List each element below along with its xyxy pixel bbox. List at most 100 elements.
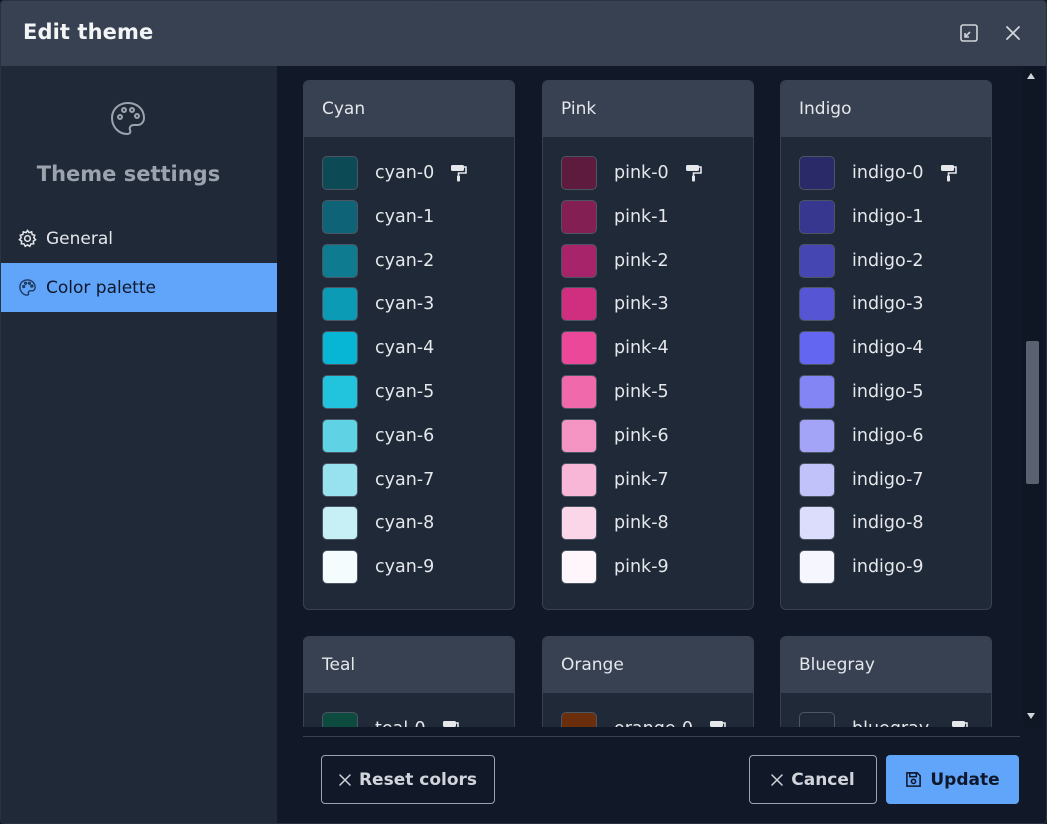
color-label: indigo-0 bbox=[852, 163, 924, 183]
color-label: pink-0 bbox=[614, 163, 669, 183]
color-swatch[interactable] bbox=[799, 550, 835, 585]
color-label: indigo-7 bbox=[852, 469, 924, 490]
color-label: cyan-4 bbox=[375, 338, 435, 359]
color-swatch[interactable] bbox=[561, 418, 597, 453]
update-button[interactable]: Update bbox=[886, 755, 1019, 804]
color-row: cyan-9 bbox=[322, 549, 434, 585]
color-row: indigo-4 bbox=[799, 330, 924, 366]
palette-icon bbox=[109, 100, 147, 138]
color-label: indigo-4 bbox=[852, 338, 924, 359]
scrollbar-thumb[interactable] bbox=[1026, 341, 1039, 484]
color-label: indigo-6 bbox=[852, 425, 924, 446]
reset-colors-button[interactable]: Reset colors bbox=[321, 755, 495, 804]
palette-card-title: Cyan bbox=[304, 81, 514, 137]
color-row: pink-9 bbox=[561, 549, 669, 585]
color-swatch[interactable] bbox=[322, 375, 358, 409]
color-swatch[interactable] bbox=[561, 331, 597, 366]
paint-roller-icon[interactable] bbox=[448, 162, 470, 184]
color-swatch[interactable] bbox=[799, 418, 835, 453]
paint-roller-icon[interactable] bbox=[949, 718, 971, 727]
color-swatch[interactable] bbox=[561, 506, 597, 541]
gear-icon bbox=[17, 229, 37, 249]
color-label: pink-1 bbox=[614, 206, 669, 227]
color-label: indigo-3 bbox=[852, 294, 924, 315]
palette-grid: Cyan cyan-0 cyan-1 cyan-2 cyan-3 cyan-4 cyan-5… bbox=[277, 66, 1023, 727]
color-swatch[interactable] bbox=[799, 156, 835, 190]
color-row: indigo-5 bbox=[799, 374, 924, 410]
palette-card-bluegray: Bluegray bluegray- bbox=[780, 636, 992, 727]
color-row: teal-0 bbox=[322, 711, 462, 727]
color-swatch[interactable] bbox=[799, 462, 835, 497]
color-swatch[interactable] bbox=[322, 287, 358, 322]
color-swatch[interactable] bbox=[561, 462, 597, 497]
cancel-label: Cancel bbox=[791, 769, 855, 790]
palette-card-title: Orange bbox=[543, 637, 753, 693]
color-swatch[interactable] bbox=[322, 418, 358, 453]
color-row: indigo-0 bbox=[799, 155, 960, 191]
color-swatch[interactable] bbox=[561, 287, 597, 322]
color-swatch[interactable] bbox=[322, 199, 358, 234]
color-row: pink-5 bbox=[561, 374, 669, 410]
color-row: indigo-9 bbox=[799, 549, 924, 585]
restore-window-icon[interactable] bbox=[957, 21, 981, 45]
color-swatch[interactable] bbox=[799, 712, 835, 727]
color-label: pink-7 bbox=[614, 469, 669, 490]
color-swatch[interactable] bbox=[322, 462, 358, 497]
color-row: cyan-1 bbox=[322, 199, 434, 235]
color-label: pink-6 bbox=[614, 425, 669, 446]
color-label: pink-5 bbox=[614, 382, 669, 402]
color-label: cyan-7 bbox=[375, 469, 435, 490]
scroll-down-arrow-icon[interactable] bbox=[1027, 713, 1035, 719]
color-swatch[interactable] bbox=[561, 156, 597, 190]
color-label: orange-0 bbox=[614, 719, 693, 727]
cancel-button[interactable]: Cancel bbox=[749, 755, 877, 804]
color-label: cyan-3 bbox=[375, 294, 435, 315]
color-swatch[interactable] bbox=[561, 199, 597, 234]
edit-theme-dialog: Edit theme Theme settings General Color … bbox=[0, 0, 1047, 824]
color-swatch[interactable] bbox=[799, 331, 835, 366]
paint-roller-icon[interactable] bbox=[440, 718, 462, 727]
color-label: cyan-5 bbox=[375, 382, 435, 402]
paint-roller-icon[interactable] bbox=[938, 162, 960, 184]
color-swatch[interactable] bbox=[322, 506, 358, 541]
color-label: cyan-8 bbox=[375, 513, 435, 534]
color-swatch[interactable] bbox=[799, 243, 835, 278]
color-label: cyan-9 bbox=[375, 557, 435, 578]
color-row: indigo-6 bbox=[799, 418, 924, 454]
color-label: bluegray- bbox=[852, 719, 935, 727]
close-icon[interactable] bbox=[1001, 21, 1025, 45]
sidebar-item-color-palette[interactable]: Color palette bbox=[1, 263, 277, 312]
vertical-scrollbar[interactable] bbox=[1023, 66, 1042, 727]
color-label: indigo-1 bbox=[852, 206, 924, 227]
color-label: indigo-8 bbox=[852, 513, 924, 534]
color-swatch[interactable] bbox=[322, 331, 358, 366]
color-row: cyan-0 bbox=[322, 155, 470, 191]
color-swatch[interactable] bbox=[561, 712, 597, 727]
paint-roller-icon[interactable] bbox=[683, 162, 705, 184]
color-swatch[interactable] bbox=[561, 550, 597, 585]
color-swatch[interactable] bbox=[561, 375, 597, 409]
color-swatch[interactable] bbox=[799, 506, 835, 541]
color-swatch[interactable] bbox=[799, 199, 835, 234]
color-label: indigo-9 bbox=[852, 557, 924, 578]
color-label: teal-0 bbox=[375, 719, 426, 727]
color-swatch[interactable] bbox=[322, 550, 358, 585]
color-swatch[interactable] bbox=[322, 243, 358, 278]
color-swatch[interactable] bbox=[322, 156, 358, 190]
dialog-title: Edit theme bbox=[23, 20, 154, 44]
palette-card-title: Teal bbox=[304, 637, 514, 693]
color-row: cyan-3 bbox=[322, 286, 434, 322]
color-swatch[interactable] bbox=[799, 375, 835, 409]
paint-roller-icon[interactable] bbox=[707, 718, 729, 727]
window-drag-handle[interactable] bbox=[429, 1, 597, 3]
sidebar-title: Theme settings bbox=[36, 162, 221, 186]
color-row: cyan-7 bbox=[322, 462, 434, 498]
save-icon bbox=[905, 771, 922, 788]
color-swatch[interactable] bbox=[561, 243, 597, 278]
color-row: orange-0 bbox=[561, 711, 729, 727]
color-swatch[interactable] bbox=[322, 712, 358, 727]
scroll-up-arrow-icon[interactable] bbox=[1027, 73, 1035, 79]
sidebar-item-general[interactable]: General bbox=[1, 214, 277, 263]
color-swatch[interactable] bbox=[799, 287, 835, 322]
sidebar-item-label: General bbox=[46, 228, 113, 249]
